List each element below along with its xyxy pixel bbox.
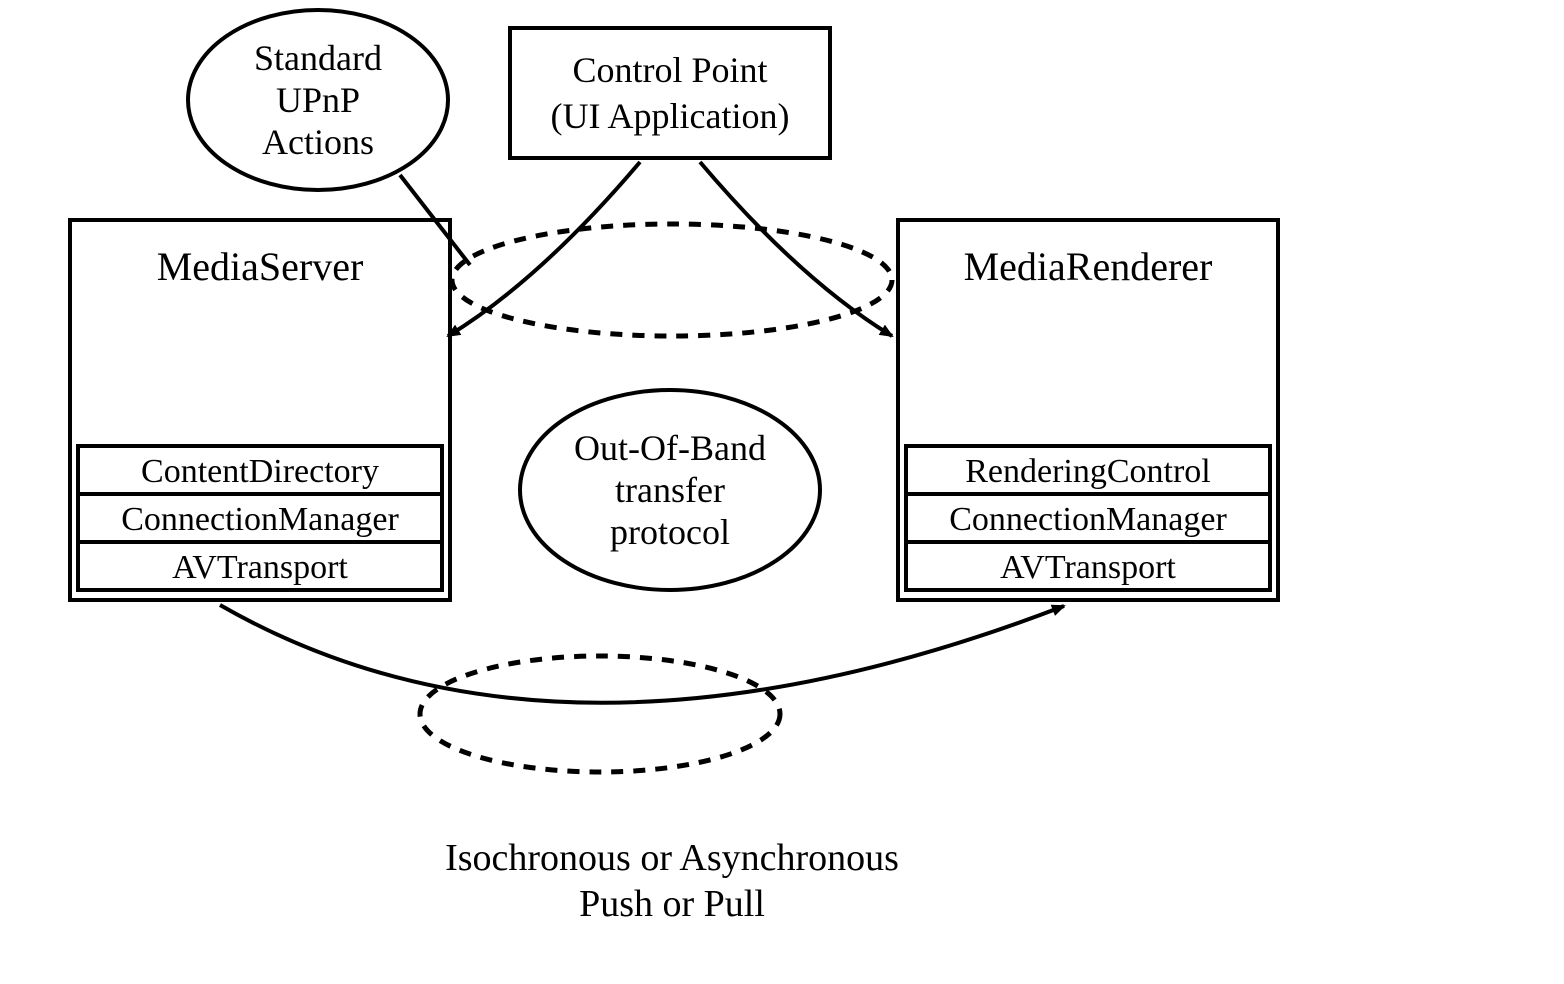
upnp-actions-l3: Actions bbox=[262, 122, 374, 162]
upnp-actions-l1: Standard bbox=[254, 38, 382, 78]
arrow-cp-to-server bbox=[448, 162, 640, 336]
bottom-text-l2: Push or Pull bbox=[579, 883, 765, 925]
media-renderer-s2: ConnectionManager bbox=[949, 501, 1227, 538]
oob-l3: protocol bbox=[610, 512, 730, 552]
upnp-actions-l2: UPnP bbox=[276, 80, 360, 120]
arrow-cp-to-renderer bbox=[700, 162, 892, 336]
arrow-server-to-renderer bbox=[220, 605, 1064, 703]
architecture-diagram: Control Point (UI Application) Standard … bbox=[0, 0, 1564, 984]
media-renderer-s1: RenderingControl bbox=[965, 453, 1211, 490]
upnp-actions-region bbox=[452, 224, 892, 336]
media-server-s3: AVTransport bbox=[172, 549, 348, 586]
control-point-box: Control Point (UI Application) bbox=[510, 28, 830, 158]
control-point-line2: (UI Application) bbox=[551, 96, 790, 136]
oob-l2: transfer bbox=[615, 470, 725, 510]
media-renderer-box: MediaRenderer RenderingControl Connectio… bbox=[898, 220, 1278, 600]
control-point-line1: Control Point bbox=[572, 50, 767, 90]
media-server-title: MediaServer bbox=[157, 244, 364, 289]
media-server-s2: ConnectionManager bbox=[121, 501, 399, 538]
bottom-text-l1: Isochronous or Asynchronous bbox=[445, 837, 899, 879]
media-server-box: MediaServer ContentDirectory ConnectionM… bbox=[70, 220, 450, 600]
media-renderer-s3: AVTransport bbox=[1000, 549, 1176, 586]
media-renderer-title: MediaRenderer bbox=[964, 244, 1213, 289]
media-server-s1: ContentDirectory bbox=[141, 453, 379, 490]
oob-l1: Out-Of-Band bbox=[574, 428, 766, 468]
out-of-band-region bbox=[420, 656, 780, 772]
out-of-band-annotation: Out-Of-Band transfer protocol bbox=[520, 390, 820, 590]
upnp-actions-annotation: Standard UPnP Actions bbox=[188, 10, 448, 190]
